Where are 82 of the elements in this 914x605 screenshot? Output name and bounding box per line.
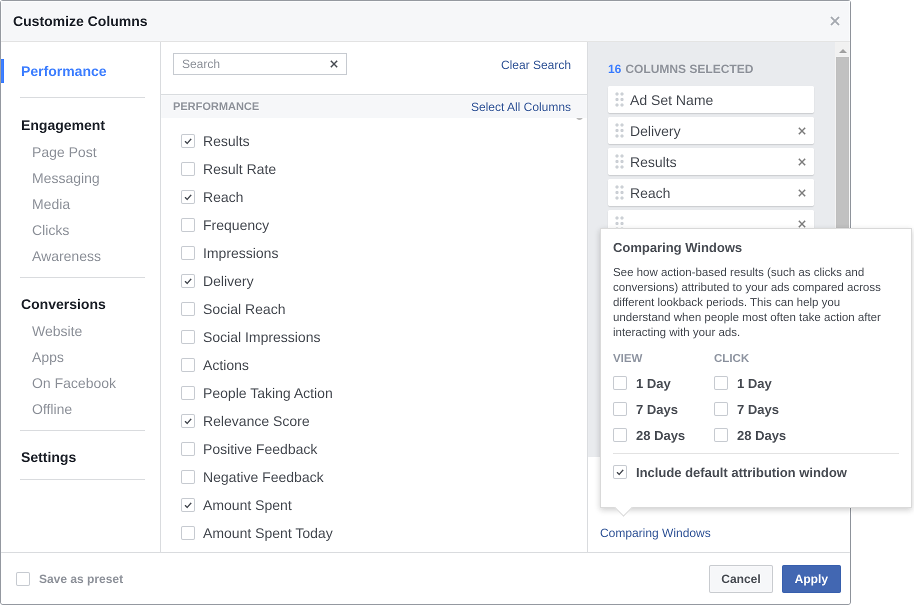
chip-label: Ad Set Name	[630, 92, 714, 108]
column-option[interactable]: Result Rate	[203, 161, 276, 177]
checkbox[interactable]	[613, 428, 627, 442]
column-option[interactable]: Social Reach	[203, 301, 286, 317]
chip-label: Reach	[630, 184, 672, 200]
sidebar-item[interactable]: Engagement	[1, 113, 145, 137]
column-option[interactable]: Results	[203, 133, 250, 149]
option-label[interactable]: 28 Days	[636, 428, 686, 442]
checkbox[interactable]	[181, 386, 195, 400]
checkbox[interactable]	[181, 358, 195, 372]
select-all-link[interactable]: Select All Columns	[470, 100, 571, 114]
selected-label: COLUMNS SELECTED	[625, 62, 754, 76]
checkbox[interactable]	[181, 414, 195, 428]
checkbox[interactable]	[16, 572, 30, 586]
option-label[interactable]: 7 Days	[636, 402, 678, 416]
remove-icon[interactable]	[798, 126, 806, 134]
clear-icon[interactable]	[330, 60, 338, 68]
remove-icon[interactable]	[798, 188, 806, 196]
checkbox[interactable]	[613, 402, 627, 416]
option-label[interactable]: 1 Day	[737, 376, 772, 390]
checkbox[interactable]	[181, 498, 195, 512]
checkbox[interactable]	[181, 246, 195, 260]
drag-handle-icon[interactable]	[615, 185, 624, 200]
column-option[interactable]: People Taking Action	[203, 385, 333, 401]
drag-handle-icon[interactable]	[615, 92, 624, 107]
column-option[interactable]: Delivery	[203, 273, 254, 289]
popover-description: See how action-based results (such as clicks and conversions) attributed to your ads compared across different lookback periods. This can help you understand when people most often take action after interacting with your ads.	[613, 266, 882, 341]
checkbox[interactable]	[613, 376, 627, 390]
dialog-title: Customize Columns	[13, 13, 148, 29]
search-field[interactable]: Search	[173, 53, 347, 75]
clear-search-link[interactable]: Clear Search	[500, 58, 571, 72]
column-chip[interactable]: Ad Set Name	[608, 86, 814, 113]
column-option[interactable]: Negative Feedback	[203, 469, 324, 485]
column-option[interactable]: Amount Spent	[203, 497, 292, 513]
section-title: PERFORMANCE	[173, 100, 260, 112]
checkbox[interactable]	[181, 302, 195, 316]
column-option[interactable]: Frequency	[203, 217, 270, 233]
chip-label: Results	[630, 154, 678, 170]
column-option[interactable]: Social Impressions	[203, 329, 320, 345]
option-label[interactable]: 28 Days	[737, 428, 786, 442]
drag-handle-icon[interactable]	[615, 123, 624, 138]
checkbox[interactable]	[181, 134, 195, 148]
popover-title: Comparing Windows	[613, 240, 744, 255]
drag-handle-icon[interactable]	[615, 154, 624, 169]
checkbox[interactable]	[181, 162, 195, 176]
sidebar-item[interactable]: Settings	[1, 445, 145, 469]
remove-icon[interactable]	[798, 158, 806, 166]
group-title: CLICK	[714, 353, 750, 365]
column-option[interactable]: Amount Spent Today	[203, 525, 333, 541]
cancel-button[interactable]: Cancel	[709, 565, 773, 593]
apply-button[interactable]: Apply	[782, 565, 841, 593]
group-title: VIEW	[613, 353, 644, 365]
column-option[interactable]: Reach	[203, 189, 244, 205]
sidebar-item[interactable]: Conversions	[1, 292, 145, 316]
column-option[interactable]: Relevance Score	[203, 413, 310, 429]
selected-count: 16	[608, 62, 622, 76]
option-label[interactable]: 1 Day	[636, 376, 671, 390]
column-option[interactable]: Actions	[203, 357, 249, 373]
checkbox[interactable]	[181, 218, 195, 232]
checkbox[interactable]	[181, 190, 195, 204]
checkbox[interactable]	[613, 465, 627, 479]
comparing-windows-link[interactable]: Comparing Windows	[600, 526, 711, 540]
column-option[interactable]: Positive Feedback	[203, 441, 318, 457]
checkbox[interactable]	[181, 526, 195, 540]
column-chip[interactable]: Results	[608, 148, 814, 175]
checkbox[interactable]	[714, 376, 728, 390]
column-option[interactable]: Impressions	[203, 245, 278, 261]
remove-icon[interactable]	[798, 220, 806, 228]
checkbox[interactable]	[181, 470, 195, 484]
option-label[interactable]: 7 Days	[737, 402, 779, 416]
checkbox[interactable]	[181, 330, 195, 344]
column-chip[interactable]: Reach	[608, 179, 814, 206]
sidebar-item[interactable]: Performance	[1, 59, 145, 83]
column-chip[interactable]: Delivery	[608, 117, 814, 144]
chip-label: Delivery	[630, 122, 682, 138]
checkbox[interactable]	[181, 442, 195, 456]
scroll-up-icon[interactable]	[838, 49, 846, 53]
option-label[interactable]: Include default attribution window	[636, 464, 847, 480]
close-icon[interactable]	[830, 16, 840, 26]
checkbox[interactable]	[714, 402, 728, 416]
checkbox[interactable]	[181, 274, 195, 288]
checkbox[interactable]	[714, 428, 728, 442]
